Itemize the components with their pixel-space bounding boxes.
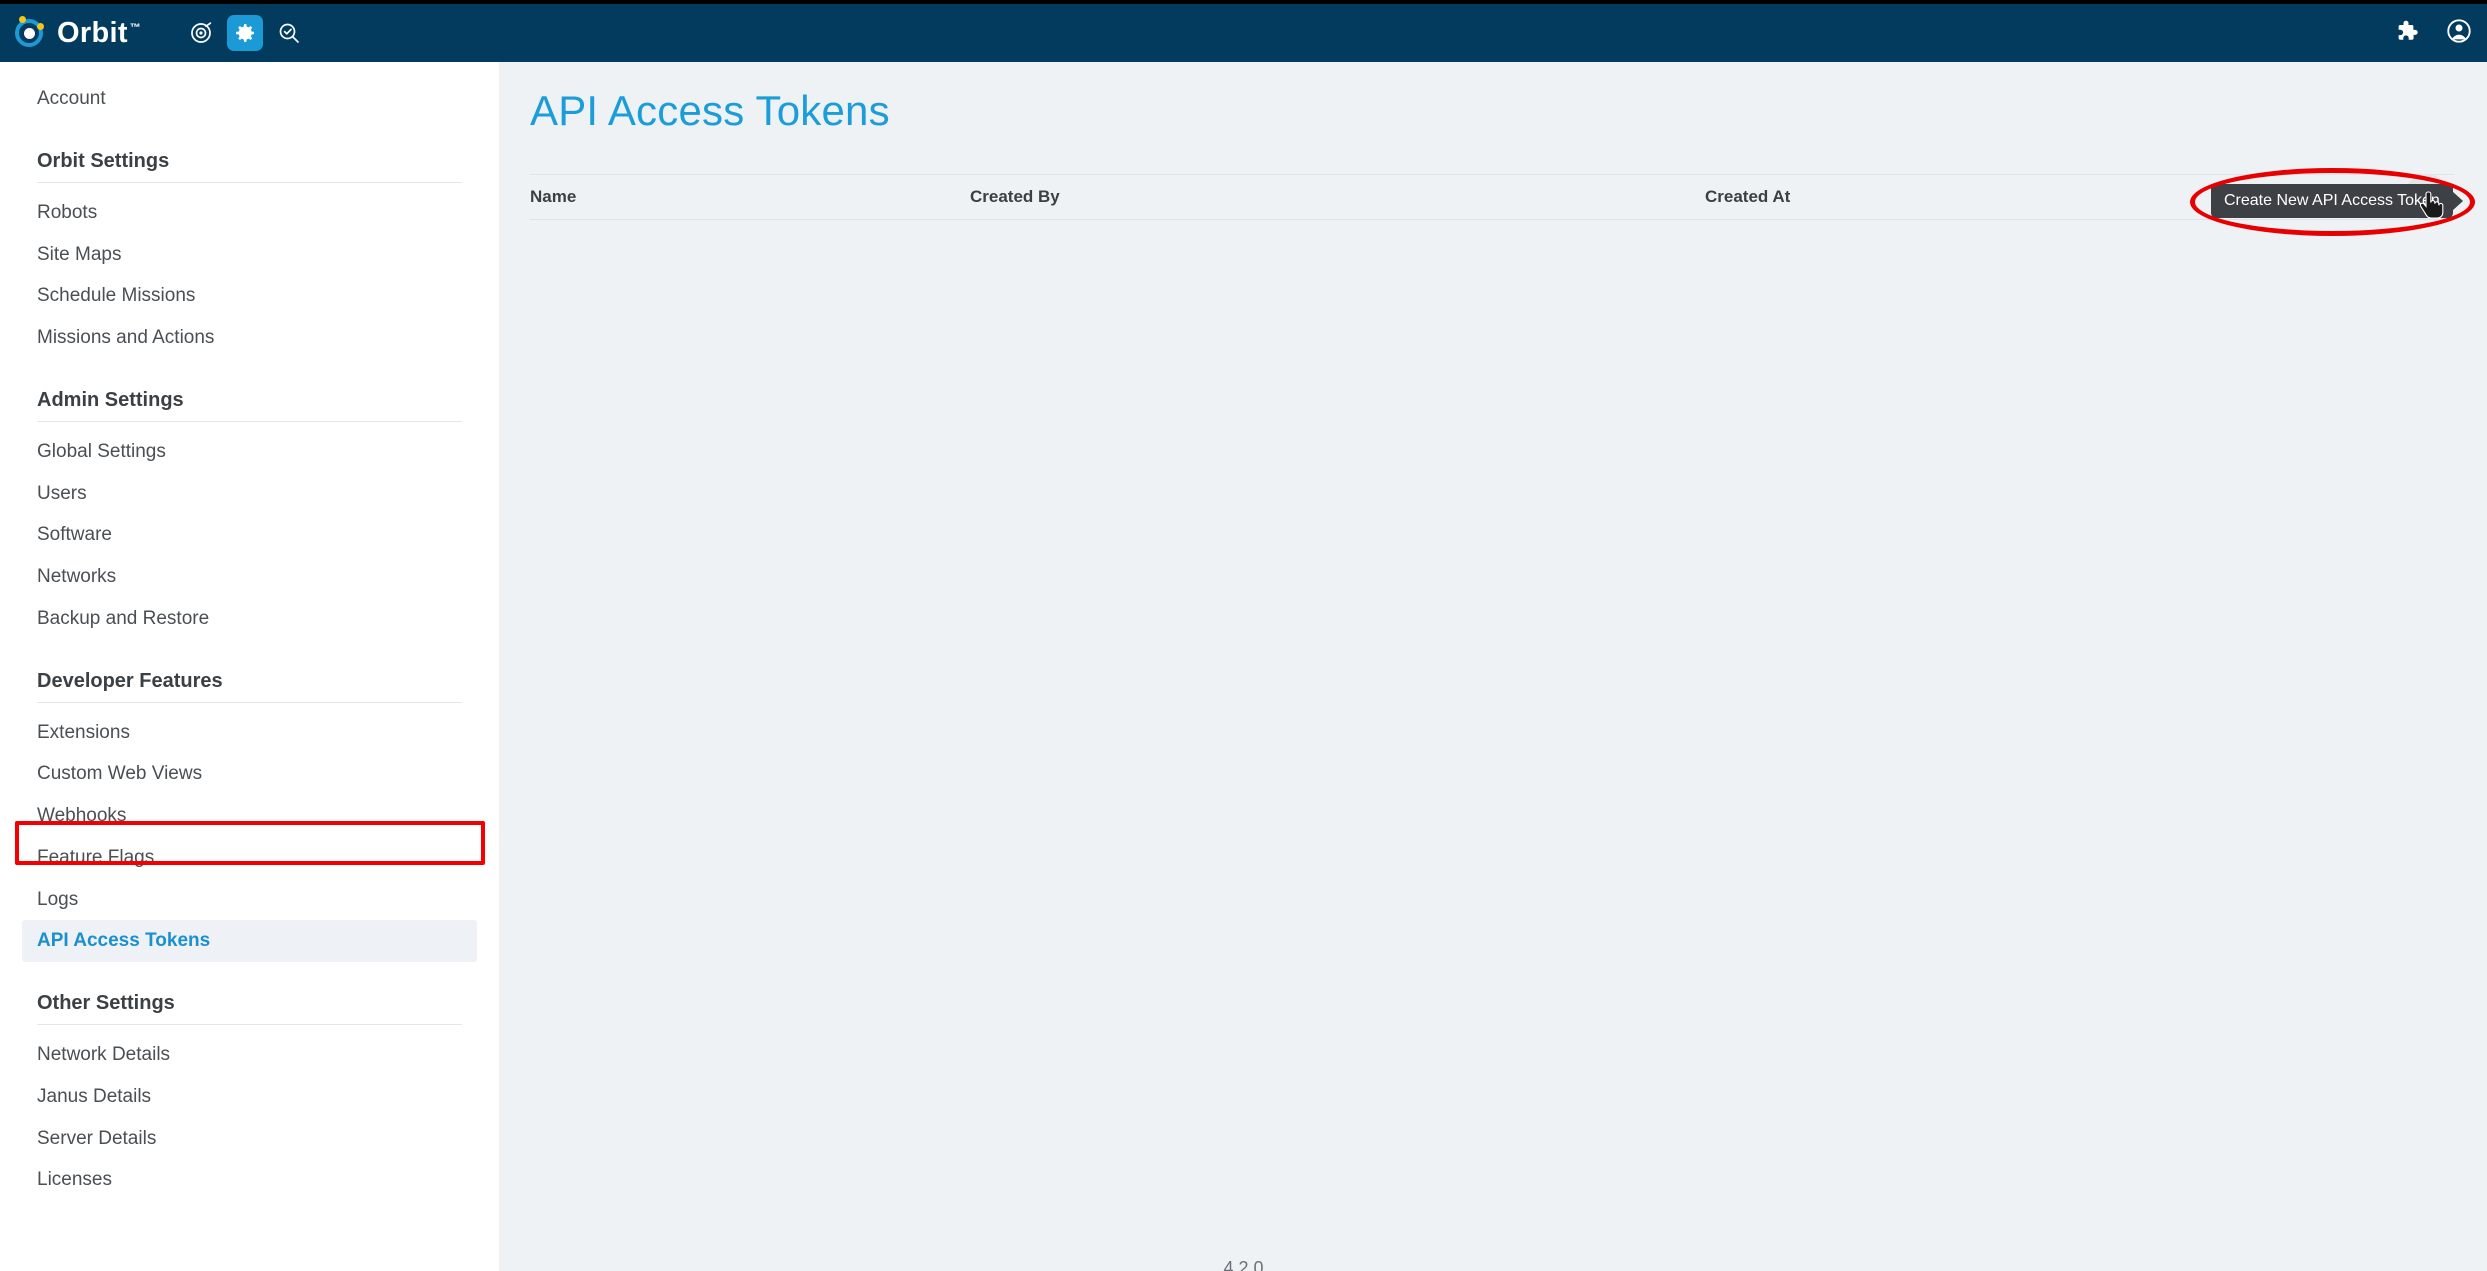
sidebar-divider: [37, 1024, 462, 1025]
sidebar-item-global-settings[interactable]: Global Settings: [0, 431, 499, 473]
nav-search-check-icon[interactable]: [271, 15, 307, 51]
sidebar-item-licenses[interactable]: Licenses: [0, 1159, 499, 1201]
trademark-symbol: ™: [129, 21, 142, 34]
sidebar-item-custom-web-views[interactable]: Custom Web Views: [0, 753, 499, 795]
sidebar-divider: [37, 420, 462, 422]
sidebar-item-server-details[interactable]: Server Details: [0, 1118, 499, 1160]
nav-gear-icon[interactable]: [227, 15, 264, 51]
tooltip-label: Create New API Access Token: [2224, 192, 2440, 209]
user-account-icon[interactable]: [2445, 17, 2473, 50]
sidebar-item-feature-flags[interactable]: Feature Flags: [0, 837, 499, 879]
sidebar-section-other-settings: Other Settings: [37, 992, 175, 1014]
table-header-row: Name Created By Created At: [530, 174, 2454, 220]
header-nav-icons: [183, 15, 307, 51]
sidebar-item-account[interactable]: Account: [0, 78, 499, 120]
sidebar-section-developer-features: Developer Features: [37, 669, 223, 692]
sidebar-item-network-details[interactable]: Network Details: [0, 1034, 499, 1076]
footer-version: 4.2.0: [1223, 1258, 1264, 1271]
puzzle-piece-icon[interactable]: [2393, 18, 2419, 49]
sidebar-divider: [37, 181, 462, 183]
sidebar-item-missions-and-actions[interactable]: Missions and Actions: [0, 317, 499, 359]
sidebar-item-api-access-tokens[interactable]: API Access Tokens: [22, 920, 477, 962]
sidebar-item-users[interactable]: Users: [0, 473, 499, 515]
brand-name-text: Orbit: [57, 16, 128, 49]
sidebar-item-software[interactable]: Software: [0, 514, 499, 556]
sidebar-item-site-maps[interactable]: Site Maps: [0, 234, 499, 276]
app-root: Orbit ™ Account Orbit Settings Robots Si…: [0, 0, 2487, 1271]
sidebar-item-extensions[interactable]: Extensions: [0, 712, 499, 754]
sidebar-section-admin-settings: Admin Settings: [37, 388, 184, 411]
sidebar-item-backup-and-restore[interactable]: Backup and Restore: [0, 598, 499, 640]
sidebar-item-janus-details[interactable]: Janus Details: [0, 1076, 499, 1118]
column-header-created-by: Created By: [970, 187, 1060, 206]
tooltip-arrow: [2451, 191, 2463, 211]
app-header: Orbit ™: [0, 4, 2487, 62]
sidebar-item-webhooks[interactable]: Webhooks: [0, 795, 499, 837]
sidebar-section-orbit-settings: Orbit Settings: [37, 149, 170, 172]
orbit-logo-icon: [12, 16, 46, 50]
brand[interactable]: Orbit ™: [12, 16, 141, 50]
sidebar-item-schedule-missions[interactable]: Schedule Missions: [0, 275, 499, 317]
column-header-name: Name: [530, 187, 577, 206]
brand-name: Orbit ™: [57, 17, 141, 50]
sidebar-divider: [37, 701, 462, 703]
header-right-icons: [2393, 4, 2473, 62]
sidebar-item-robots[interactable]: Robots: [0, 192, 499, 234]
settings-sidebar: Account Orbit Settings Robots Site Maps …: [0, 62, 499, 1271]
page-title: API Access Tokens: [530, 87, 890, 134]
sidebar-item-logs[interactable]: Logs: [0, 879, 499, 921]
api-tokens-table: Name Created By Created At: [530, 174, 2454, 220]
sidebar-item-networks[interactable]: Networks: [0, 556, 499, 598]
nav-orbit-icon[interactable]: [183, 15, 219, 51]
main-content: API Access Tokens Name Created By Create…: [499, 62, 2487, 1271]
create-token-tooltip: Create New API Access Token: [2211, 184, 2463, 218]
